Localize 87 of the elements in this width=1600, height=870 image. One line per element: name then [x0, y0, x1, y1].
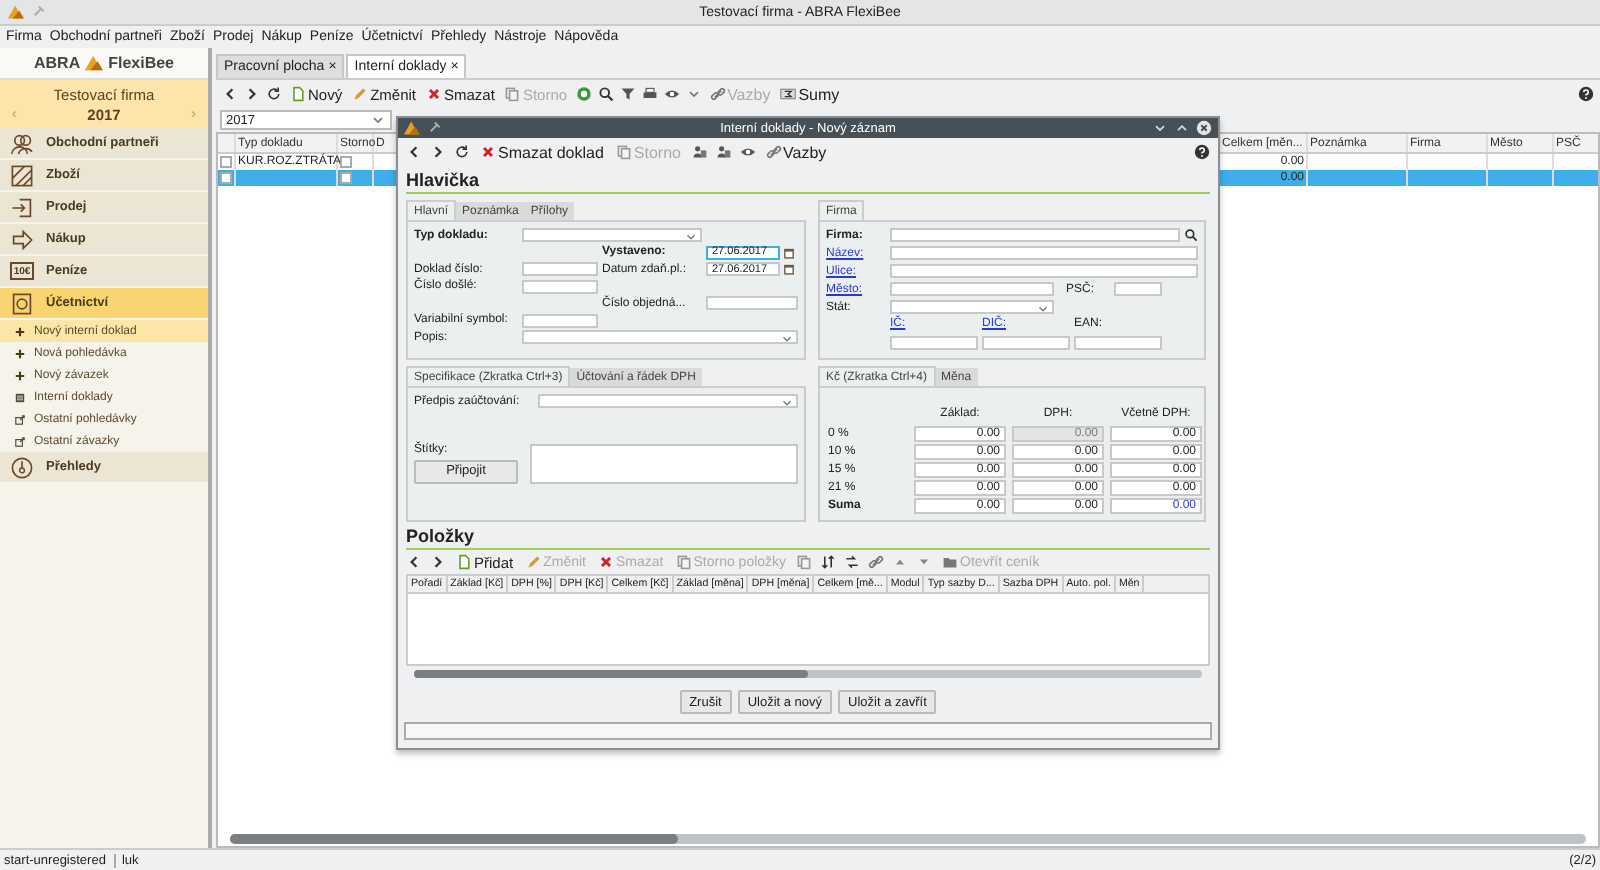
copy-icon: [504, 86, 521, 102]
caret-icon: [780, 332, 794, 346]
back-icon[interactable]: [406, 554, 422, 570]
caret-icon[interactable]: [685, 86, 702, 102]
firm-field[interactable]: [890, 228, 1180, 243]
minimize-icon[interactable]: [1152, 120, 1168, 136]
input-field[interactable]: [890, 246, 1198, 261]
search-icon[interactable]: [1184, 228, 1198, 243]
forward-icon[interactable]: [430, 554, 446, 570]
print-icon[interactable]: [641, 86, 658, 102]
logo-icon: [84, 54, 105, 72]
input-field[interactable]: [982, 336, 1070, 351]
copy-icon: [615, 144, 632, 160]
list-icon: [14, 391, 26, 403]
filter-icon[interactable]: [619, 86, 636, 102]
tags-field[interactable]: [530, 443, 798, 483]
swap-icon[interactable]: [844, 554, 861, 570]
export-icon: [14, 413, 26, 425]
row-checkbox[interactable]: [220, 172, 232, 184]
caret-icon: [1036, 302, 1050, 317]
eye-icon[interactable]: [739, 144, 755, 160]
caret-icon: [684, 230, 698, 244]
scrollbar[interactable]: [230, 834, 1586, 844]
section-title: Hlavička: [406, 166, 1210, 194]
circle-icon[interactable]: [575, 86, 592, 102]
crate-icon: [10, 163, 34, 187]
logo-text: ABRA: [33, 54, 81, 72]
toolbar-button[interactable]: Smazat doklad: [478, 143, 606, 161]
plus-icon: [14, 325, 26, 337]
plus-icon: [14, 347, 26, 359]
forward-icon[interactable]: [244, 86, 260, 102]
sort-icon[interactable]: [820, 554, 837, 570]
logo-icon: [404, 120, 420, 136]
people-icon: [10, 131, 34, 155]
delete-icon: [598, 554, 614, 570]
help-icon[interactable]: [1578, 86, 1594, 102]
plus-icon: [14, 369, 26, 381]
move-up-icon[interactable]: [892, 554, 909, 570]
pencil-icon: [525, 554, 542, 570]
input-field[interactable]: [522, 262, 598, 276]
link-icon: [709, 86, 726, 102]
copy-icon: [675, 554, 692, 570]
input-field[interactable]: [522, 279, 598, 293]
user-icon[interactable]: [691, 144, 707, 160]
export-icon: [14, 435, 26, 447]
section-title: Položky: [406, 522, 1210, 550]
toolbar-button[interactable]: Sumy: [778, 85, 842, 103]
delete-icon: [480, 144, 496, 160]
input-field[interactable]: [890, 264, 1198, 279]
move-down-icon[interactable]: [916, 554, 933, 570]
pencil-icon: [352, 86, 369, 102]
logo-icon: [8, 4, 24, 20]
storno-checkbox[interactable]: [340, 172, 352, 184]
caret-icon: [780, 396, 794, 411]
caret-icon: [370, 112, 386, 128]
row-checkbox[interactable]: [220, 156, 232, 168]
input-field[interactable]: [1074, 336, 1162, 351]
link-icon[interactable]: [868, 554, 885, 570]
input-field[interactable]: [522, 313, 598, 327]
refresh-icon[interactable]: [266, 86, 282, 102]
input-field[interactable]: [890, 336, 978, 351]
gauge-icon: [10, 455, 34, 479]
storno-checkbox[interactable]: [340, 156, 352, 168]
close-icon[interactable]: [1196, 120, 1212, 136]
user-icon[interactable]: [715, 144, 731, 160]
input-field[interactable]: [706, 296, 798, 310]
toolbar-button[interactable]: Vazby: [763, 143, 829, 161]
back-icon[interactable]: [406, 144, 422, 160]
input-field[interactable]: [1114, 282, 1162, 297]
refresh-icon[interactable]: [454, 144, 470, 160]
eye-icon[interactable]: [663, 86, 680, 102]
folder-icon: [942, 554, 959, 570]
back-icon[interactable]: [222, 86, 238, 102]
copy-icon[interactable]: [796, 554, 813, 570]
input-field[interactable]: [890, 282, 1054, 297]
scrollbar[interactable]: [414, 670, 1202, 678]
delete-icon: [426, 86, 443, 102]
forward-icon[interactable]: [430, 144, 446, 160]
arrow-icon: [10, 227, 34, 251]
exit-icon: [10, 195, 34, 219]
logo-text: FlexiBee: [108, 54, 174, 72]
maximize-icon[interactable]: [1174, 120, 1190, 136]
sum-icon: [780, 86, 797, 102]
pin-icon[interactable]: [426, 120, 442, 136]
link-icon: [765, 144, 781, 160]
help-icon[interactable]: [1194, 144, 1210, 160]
search-icon[interactable]: [597, 86, 614, 102]
